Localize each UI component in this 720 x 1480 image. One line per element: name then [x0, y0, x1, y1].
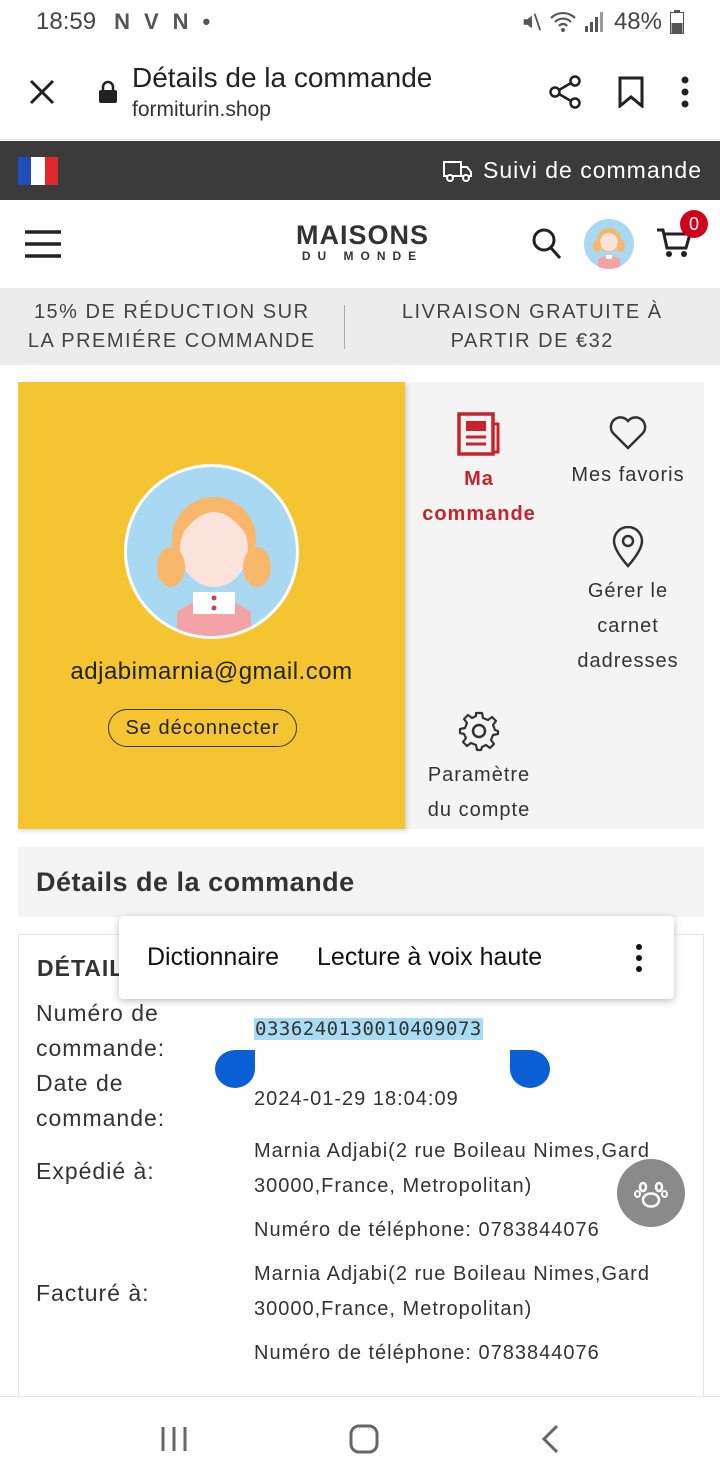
page-info[interactable]: Détails de la commande formiturin.shop: [132, 62, 548, 122]
account-panel: adjabimarnia@gmail.com Se déconnecter Ma…: [18, 382, 704, 829]
bookmark-icon[interactable]: [618, 76, 644, 108]
shipped-phone: Numéro de téléphone: 0783844076: [254, 1219, 600, 1241]
close-icon: [29, 79, 55, 104]
order-number-label: Numéro de commande:: [36, 1000, 166, 1061]
account-email: adjabimarnia@gmail.com: [70, 658, 353, 685]
truck-icon: [443, 160, 472, 182]
order-tracking-label: Suivi de commande: [483, 157, 702, 183]
mute-icon: [523, 13, 541, 31]
site-header: MAISONS DU MONDE 0: [0, 200, 720, 288]
wifi-icon: [550, 11, 576, 32]
shipped-to-label: Expédié à:: [36, 1158, 155, 1184]
recent-apps-icon[interactable]: [160, 1426, 188, 1452]
cart-count-badge: 0: [680, 210, 708, 238]
share-icon[interactable]: [548, 74, 582, 109]
profile-avatar: [124, 464, 299, 639]
home-icon[interactable]: [349, 1424, 379, 1454]
menu-my-orders[interactable]: Ma commande: [413, 412, 545, 532]
promo-first-order: 15% DE RÉDUCTION SUR LA PREMIÉRE COMMAND…: [27, 300, 316, 352]
orders-icon: [457, 412, 500, 456]
menu-favorites[interactable]: Mes favoris: [558, 412, 698, 493]
more-options-icon[interactable]: [680, 76, 690, 108]
logout-button[interactable]: Se déconnecter: [108, 709, 297, 747]
notification-icons: N V N •: [114, 9, 210, 35]
notification-n2-icon: N: [172, 9, 189, 34]
read-aloud-button[interactable]: Lecture à voix haute: [317, 943, 542, 972]
menu-address-book[interactable]: Gérer le carnet dadresses: [563, 526, 693, 679]
user-avatar[interactable]: [584, 219, 634, 269]
menu-my-orders-label: Ma commande: [422, 468, 536, 525]
popup-more-icon[interactable]: [636, 943, 642, 972]
logo-line-1: MAISONS: [295, 220, 429, 250]
search-icon[interactable]: [532, 228, 562, 260]
floating-paw-button[interactable]: [617, 1159, 685, 1227]
close-tab-button[interactable]: [0, 79, 84, 105]
selected-order-number[interactable]: 0336240130010409073: [254, 1018, 483, 1040]
heart-icon: [609, 416, 647, 450]
notification-v-icon: V: [143, 9, 159, 34]
signal-icon: [584, 12, 603, 32]
text-selection-menu: Dictionnaire Lecture à voix haute: [119, 916, 674, 999]
menu-favorites-label: Mes favoris: [571, 464, 685, 486]
billed-phone: Numéro de téléphone: 0783844076: [254, 1342, 600, 1364]
status-bar: 18:59 N V N • 48%: [0, 0, 720, 44]
cart-button[interactable]: 0: [656, 210, 708, 264]
dictionary-button[interactable]: Dictionnaire: [147, 943, 279, 972]
location-pin-icon: [612, 526, 644, 568]
promo-free-shipping: LIVRAISON GRATUITE À PARTIR DE €32: [401, 300, 663, 352]
page-title: Détails de la commande: [132, 61, 433, 93]
gear-icon: [458, 711, 500, 752]
paw-icon: [634, 1181, 668, 1208]
site-logo[interactable]: MAISONS DU MONDE: [290, 220, 435, 263]
billed-address: Marnia Adjabi(2 rue Boileau Nimes,Gard 3…: [254, 1263, 650, 1320]
battery-level: 48%: [613, 8, 662, 35]
notification-dot-icon: •: [202, 9, 211, 34]
browser-toolbar: Détails de la commande formiturin.shop: [0, 44, 720, 140]
france-flag-icon[interactable]: [18, 156, 58, 185]
menu-address-book-label: Gérer le carnet dadresses: [577, 580, 679, 672]
details-subtitle: DÉTAIL: [37, 955, 125, 981]
system-nav-bar: [0, 1396, 720, 1480]
selection-handle-left[interactable]: [215, 1050, 255, 1088]
order-number-value[interactable]: 0336240130010409073: [254, 1012, 483, 1047]
top-bar: Suivi de commande: [0, 141, 720, 200]
profile-card: adjabimarnia@gmail.com Se déconnecter: [18, 382, 405, 829]
notification-n-icon: N: [114, 9, 130, 34]
billed-to-label: Facturé à:: [36, 1280, 150, 1306]
section-title: Détails de la commande: [18, 847, 704, 917]
logo-line-2: DU MONDE: [301, 249, 424, 263]
lock-icon: [96, 80, 120, 104]
promo-bar: 15% DE RÉDUCTION SUR LA PREMIÉRE COMMAND…: [0, 288, 720, 365]
menu-account-settings[interactable]: Paramètre du compte: [414, 710, 544, 828]
order-tracking-link[interactable]: Suivi de commande: [443, 157, 702, 184]
order-date-label: Date de commande:: [36, 1070, 166, 1131]
selection-handle-right[interactable]: [510, 1050, 550, 1088]
order-date-value: 2024-01-29 18:04:09: [254, 1088, 459, 1110]
page-url: formiturin.shop: [132, 97, 271, 121]
status-time: 18:59: [36, 8, 97, 35]
battery-icon: [670, 10, 684, 34]
hamburger-menu-icon[interactable]: [24, 229, 62, 259]
back-icon[interactable]: [540, 1424, 560, 1454]
menu-account-settings-label: Paramètre du compte: [427, 764, 531, 821]
